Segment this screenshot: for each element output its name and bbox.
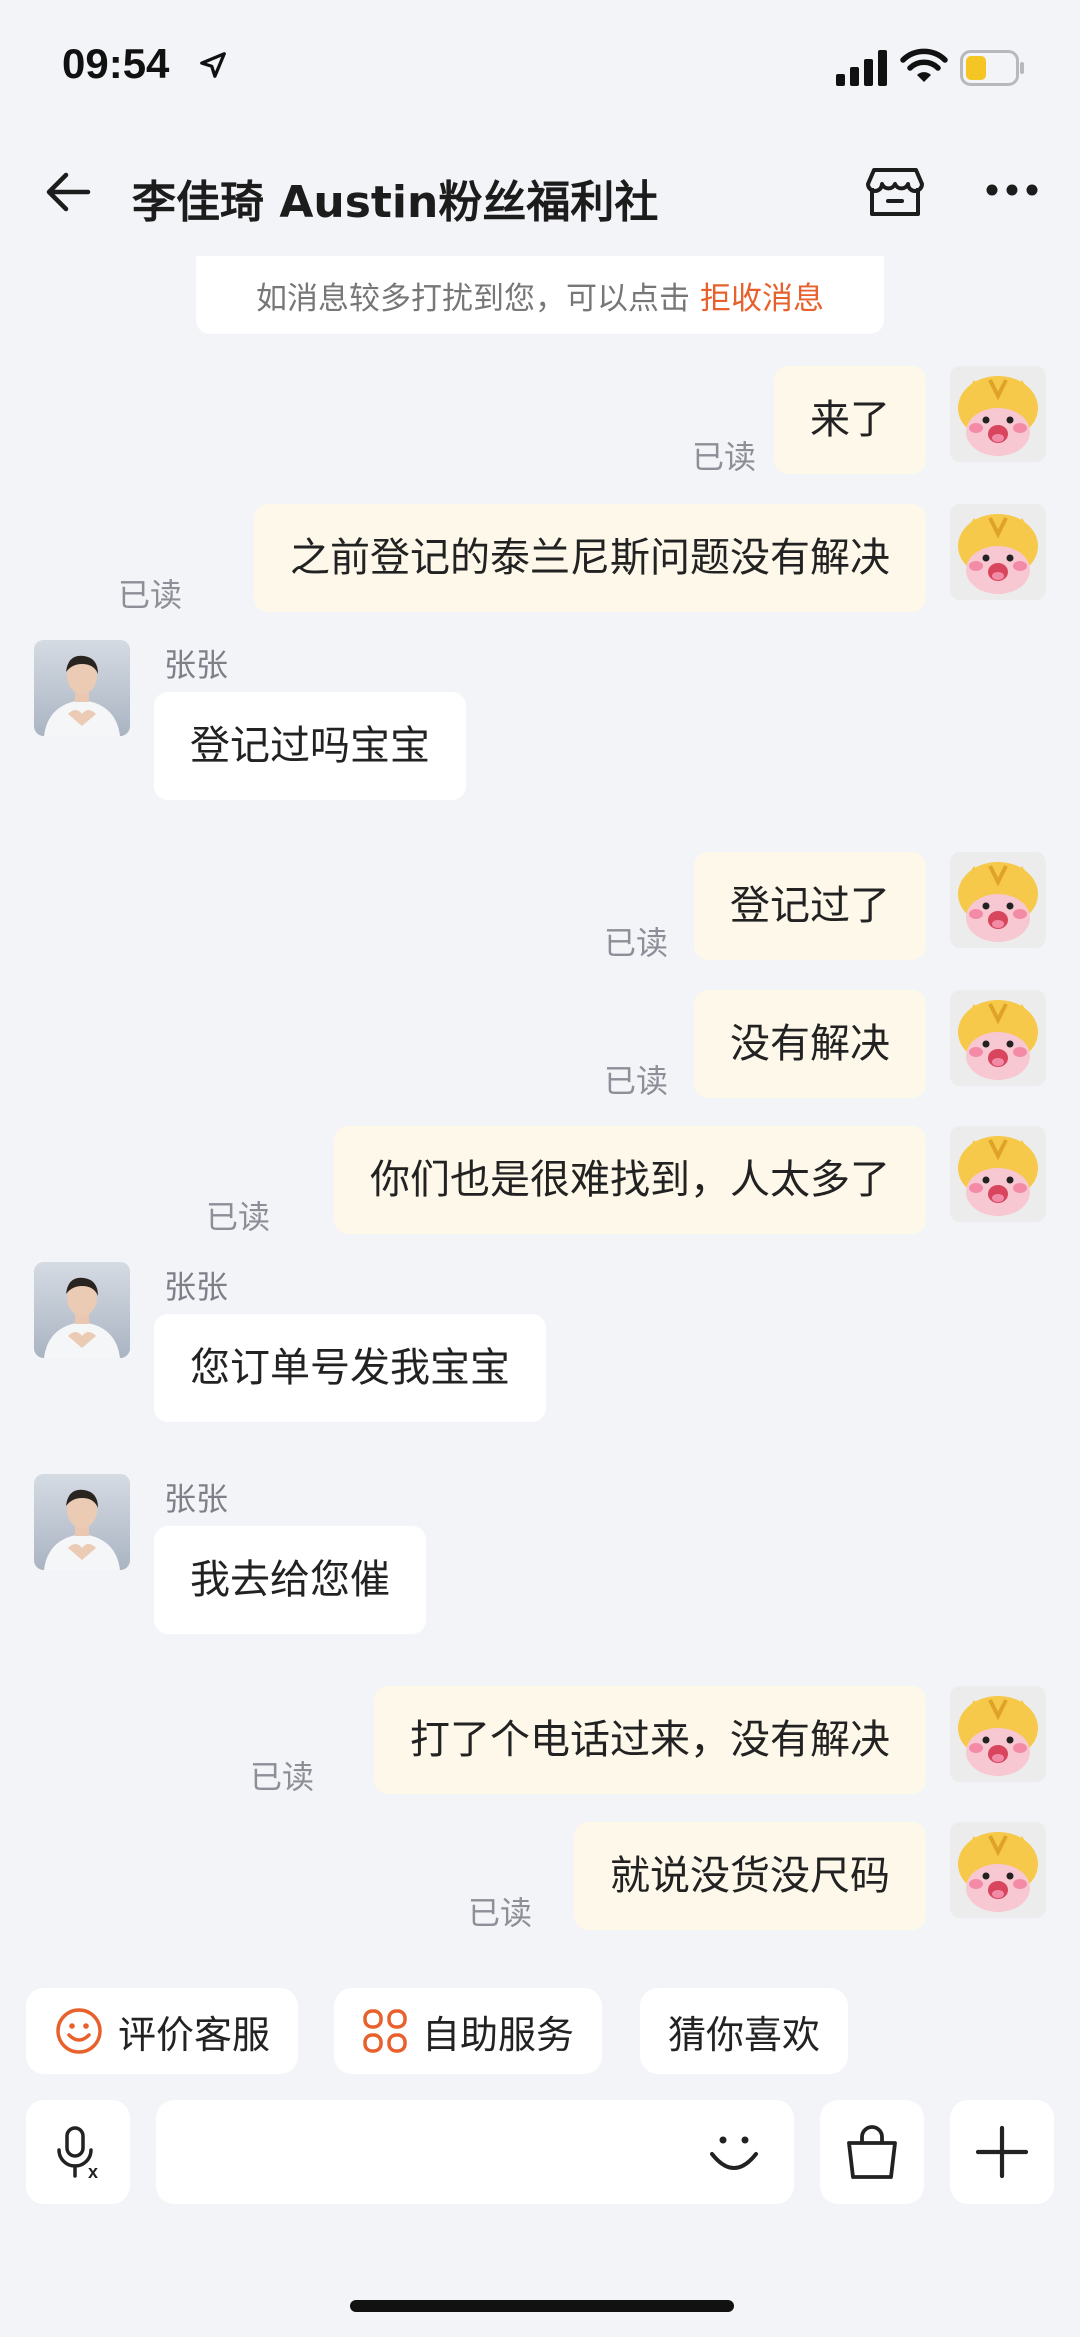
rate-service-button[interactable]: 评价客服 <box>26 1988 299 2074</box>
read-status: 已读 <box>206 1198 271 1236</box>
back-arrow-icon[interactable] <box>40 164 96 220</box>
sender-name: 张张 <box>164 1480 229 1518</box>
emoji-icon[interactable] <box>704 2122 764 2182</box>
reject-messages-notice: 如消息较多打扰到您，可以点击 拒收消息 <box>196 256 884 334</box>
my-avatar[interactable] <box>950 1686 1046 1782</box>
grid-flower-icon <box>363 2009 407 2053</box>
smiley-icon <box>56 2008 102 2054</box>
read-status: 已读 <box>603 924 668 962</box>
add-more-button[interactable] <box>950 2100 1054 2204</box>
message-bubble[interactable]: 就说没货没尺码 <box>574 1822 926 1930</box>
message-input[interactable] <box>156 2100 794 2204</box>
message-bubble[interactable]: 登记过了 <box>694 852 926 960</box>
my-avatar[interactable] <box>950 990 1046 1086</box>
read-status: 已读 <box>691 438 756 476</box>
microphone-translate-icon: x <box>57 2126 98 2182</box>
notice-text: 如消息较多打扰到您，可以点击 <box>256 280 690 317</box>
status-bar: 09:54 <box>0 0 1080 130</box>
input-bar: x <box>0 2100 1080 2204</box>
location-arrow-icon <box>200 52 226 78</box>
sender-name: 张张 <box>164 1268 229 1306</box>
message-bubble[interactable]: 来了 <box>774 366 926 474</box>
home-indicator <box>350 2300 734 2312</box>
wifi-icon <box>900 48 948 82</box>
read-status: 已读 <box>250 1758 315 1796</box>
agent-avatar[interactable] <box>34 1474 130 1570</box>
my-avatar[interactable] <box>950 366 1046 462</box>
more-options-icon[interactable] <box>984 170 1040 210</box>
message-bubble[interactable]: 打了个电话过来，没有解决 <box>374 1686 926 1794</box>
my-avatar[interactable] <box>950 1822 1046 1918</box>
voice-input-button[interactable]: x <box>26 2100 130 2204</box>
chip-label: 猜你喜欢 <box>668 2012 821 2057</box>
self-service-button[interactable]: 自助服务 <box>334 1988 603 2074</box>
my-avatar[interactable] <box>950 504 1046 600</box>
message-bubble[interactable]: 我去给您催 <box>154 1526 426 1634</box>
agent-avatar[interactable] <box>34 1262 130 1358</box>
chip-label: 自助服务 <box>422 2012 575 2057</box>
agent-avatar[interactable] <box>34 640 130 736</box>
read-status: 已读 <box>468 1894 533 1932</box>
guess-you-like-button[interactable]: 猜你喜欢 <box>640 1988 849 2074</box>
message-bubble[interactable]: 没有解决 <box>694 990 926 1098</box>
sender-name: 张张 <box>164 646 229 684</box>
shopping-bag-button[interactable] <box>820 2100 924 2204</box>
read-status: 已读 <box>603 1062 668 1100</box>
message-bubble[interactable]: 登记过吗宝宝 <box>154 692 466 800</box>
plus-icon <box>975 2125 1029 2179</box>
my-avatar[interactable] <box>950 1126 1046 1222</box>
read-status: 已读 <box>118 576 183 614</box>
message-bubble[interactable]: 之前登记的泰兰尼斯问题没有解决 <box>254 504 926 612</box>
message-bubble[interactable]: 您订单号发我宝宝 <box>154 1314 546 1422</box>
battery-icon <box>960 50 1024 86</box>
store-icon[interactable] <box>862 158 928 224</box>
svg-text:x: x <box>88 2162 98 2182</box>
message-bubble[interactable]: 你们也是很难找到，人太多了 <box>334 1126 926 1234</box>
reject-messages-link[interactable]: 拒收消息 <box>700 273 824 318</box>
chat-header: 李佳琦 Austin粉丝福利社 <box>0 150 1080 260</box>
shopping-bag-icon <box>847 2125 897 2179</box>
chip-label: 评价客服 <box>118 2012 271 2057</box>
status-time: 09:54 <box>62 40 170 87</box>
my-avatar[interactable] <box>950 852 1046 948</box>
cellular-signal-icon <box>836 50 887 86</box>
chat-title: 李佳琦 Austin粉丝福利社 <box>132 177 659 228</box>
